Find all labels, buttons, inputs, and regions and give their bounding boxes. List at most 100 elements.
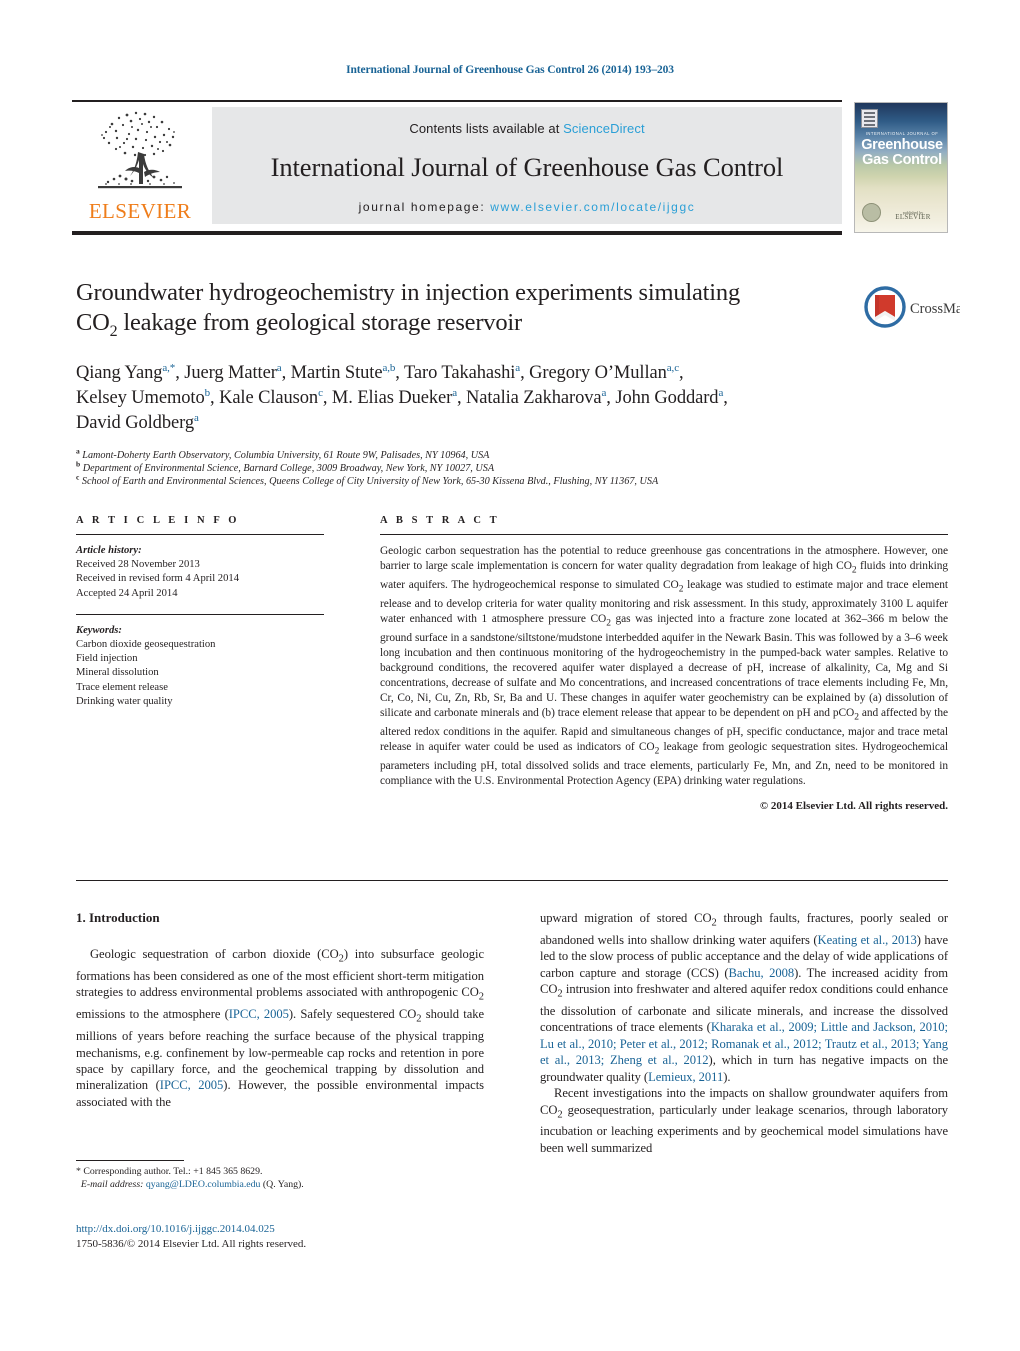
keyword-item: Mineral dissolution <box>76 667 159 679</box>
body-column-right: upward migration of stored CO2 through f… <box>540 910 948 1156</box>
sciencedirect-link[interactable]: ScienceDirect <box>563 121 645 136</box>
crossmark-icon: CrossMark <box>864 286 960 328</box>
affiliation-text: Department of Environmental Science, Bar… <box>82 463 495 475</box>
journal-cover-thumbnail: INTERNATIONAL JOURNAL OF Greenhouse Gas … <box>854 102 948 233</box>
email-link[interactable]: qyang@LDEO.columbia.edu <box>146 1179 261 1190</box>
author-name: Martin Stute <box>290 362 383 383</box>
author: Qiang Yanga,* <box>76 362 175 383</box>
author: M. Elias Duekera <box>331 387 457 408</box>
affiliation-item: a Lamont-Doherty Earth Observatory, Colu… <box>76 446 866 462</box>
cover-title-line2: Gas Control <box>862 152 942 168</box>
author-name: Juerg Matter <box>184 362 277 383</box>
masthead-banner: Contents lists available at ScienceDirec… <box>212 107 842 224</box>
article-history-group: Article history: Received 28 November 20… <box>76 544 324 601</box>
cover-title: Greenhouse Gas Control <box>855 137 947 168</box>
affiliation-mark: a <box>76 446 80 456</box>
elsevier-logo: ELSEVIER <box>80 106 200 228</box>
keyword-item: Drinking water quality <box>76 695 173 707</box>
journal-masthead: ELSEVIER Contents lists available at Sci… <box>72 100 948 235</box>
article-info-column: A R T I C L E I N F O Article history: R… <box>76 515 324 709</box>
author: Martin Stutea,b <box>290 361 396 383</box>
email-suffix: (Q. Yang). <box>260 1178 304 1190</box>
corresponding-author-note: * Corresponding author. Tel.: +1 845 365… <box>76 1166 484 1191</box>
doi-link[interactable]: http://dx.doi.org/10.1016/j.ijggc.2014.0… <box>76 1222 516 1237</box>
journal-homepage-link[interactable]: www.elsevier.com/locate/ijggc <box>490 200 695 214</box>
article-info-heading: A R T I C L E I N F O <box>76 515 240 526</box>
elsevier-tree-icon <box>98 111 182 189</box>
history-item: Received in revised form 4 April 2014 <box>76 573 239 585</box>
contents-prefix: Contents lists available at <box>409 121 564 136</box>
svg-text:CrossMark: CrossMark <box>910 301 960 317</box>
keywords-group: Keywords: Carbon dioxide geosequestratio… <box>76 624 324 709</box>
cover-publisher-name: ELSEVIER <box>895 213 931 221</box>
author: John Goddarda <box>615 386 724 408</box>
society-seal-icon <box>862 203 881 222</box>
author-affiliation-mark: a <box>601 386 607 399</box>
journal-homepage-line: journal homepage: www.elsevier.com/locat… <box>212 200 842 214</box>
author-affiliation-mark: a <box>276 361 282 374</box>
title-line-1: Groundwater hydrogeochemistry in injecti… <box>76 279 740 306</box>
author-name: David Goldberg <box>76 412 194 433</box>
elsevier-wordmark: ELSEVIER <box>88 199 192 223</box>
affiliation-item: c School of Earth and Environmental Scie… <box>76 472 866 488</box>
intro-paragraph-left: Geologic sequestration of carbon dioxide… <box>76 947 485 1109</box>
affiliation-list: a Lamont-Doherty Earth Observatory, Colu… <box>76 446 866 489</box>
article-history-label: Article history: <box>76 545 142 556</box>
corresponding-author-text: * Corresponding author. Tel.: +1 845 365… <box>76 1166 263 1177</box>
affiliation-item: b Department of Environmental Science, B… <box>76 459 866 475</box>
cover-eyebrow: INTERNATIONAL JOURNAL OF <box>865 131 939 136</box>
abstract-text: Geologic carbon sequestration has the po… <box>380 545 949 788</box>
author-affiliation-mark: a,b <box>382 361 396 374</box>
title-line-2-pre: CO <box>76 309 110 336</box>
author-name: M. Elias Dueker <box>331 387 453 408</box>
author-affiliation-mark: b <box>204 386 211 399</box>
abstract-copyright: © 2014 Elsevier Ltd. All rights reserved… <box>759 800 948 812</box>
abstract-heading: A B S T R A C T <box>380 515 500 526</box>
author-name: John Goddard <box>615 387 719 408</box>
author-affiliation-mark: a,c <box>666 361 679 374</box>
masthead-bottom-rule <box>72 231 842 235</box>
intro-paragraph-right-1: upward migration of stored CO2 through f… <box>540 911 949 1084</box>
history-item: Accepted 24 April 2014 <box>76 587 178 599</box>
author: Taro Takahashia <box>404 361 521 383</box>
footnote-rule <box>76 1160 184 1161</box>
keyword-item: Field injection <box>76 653 138 665</box>
author: Natalia Zakharovaa <box>466 386 607 408</box>
article-info-separator <box>76 613 324 615</box>
journal-title: International Journal of Greenhouse Gas … <box>270 152 784 182</box>
keyword-item: Trace element release <box>76 681 168 693</box>
masthead-top-rule <box>72 100 842 102</box>
author-name: Natalia Zakharova <box>466 387 602 408</box>
keyword-item: Carbon dioxide geosequestration <box>76 639 216 651</box>
author: Kale Clausonc <box>219 386 323 408</box>
doi-block: http://dx.doi.org/10.1016/j.ijggc.2014.0… <box>76 1222 516 1251</box>
journal-badge-icon <box>861 109 878 128</box>
crossmark-badge[interactable]: CrossMark <box>864 286 960 330</box>
author-name: Kelsey Umemoto <box>76 387 205 408</box>
affiliation-mark: c <box>76 472 80 482</box>
author-name: Kale Clauson <box>219 387 319 408</box>
author: Kelsey Umemotob <box>76 386 211 408</box>
history-item: Received 28 November 2013 <box>76 559 200 571</box>
author-affiliation-mark: c <box>318 386 323 399</box>
author-name: Gregory O’Mullan <box>529 362 667 383</box>
author-affiliation-mark: a <box>515 361 521 374</box>
page-title: Groundwater hydrogeochemistry in injecti… <box>76 278 836 347</box>
affiliation-text: School of Earth and Environmental Scienc… <box>81 476 659 488</box>
body-column-left: 1. Introduction Geologic sequestration o… <box>76 910 484 1110</box>
cover-publisher: published by ELSEVIER <box>887 210 939 221</box>
author: Juerg Mattera <box>184 361 282 383</box>
author-list: Qiang Yanga,*, Juerg Mattera, Martin Stu… <box>76 361 728 433</box>
cover-title-line1: Greenhouse <box>861 137 943 153</box>
abstract-rule <box>380 534 948 535</box>
author-name: Qiang Yang <box>76 362 163 383</box>
author-affiliation-mark: a <box>718 386 724 399</box>
affiliation-mark: b <box>76 459 81 469</box>
author: Gregory O’Mullana,c <box>529 361 679 383</box>
intro-paragraph-right-2: Recent investigations into the impacts o… <box>540 1086 948 1155</box>
article-title-block: Groundwater hydrogeochemistry in injecti… <box>76 278 960 489</box>
author-affiliation-mark: a <box>193 411 199 424</box>
homepage-prefix: journal homepage: <box>358 200 491 214</box>
section-heading-introduction: 1. Introduction <box>76 910 160 925</box>
article-info-rule <box>76 534 324 535</box>
